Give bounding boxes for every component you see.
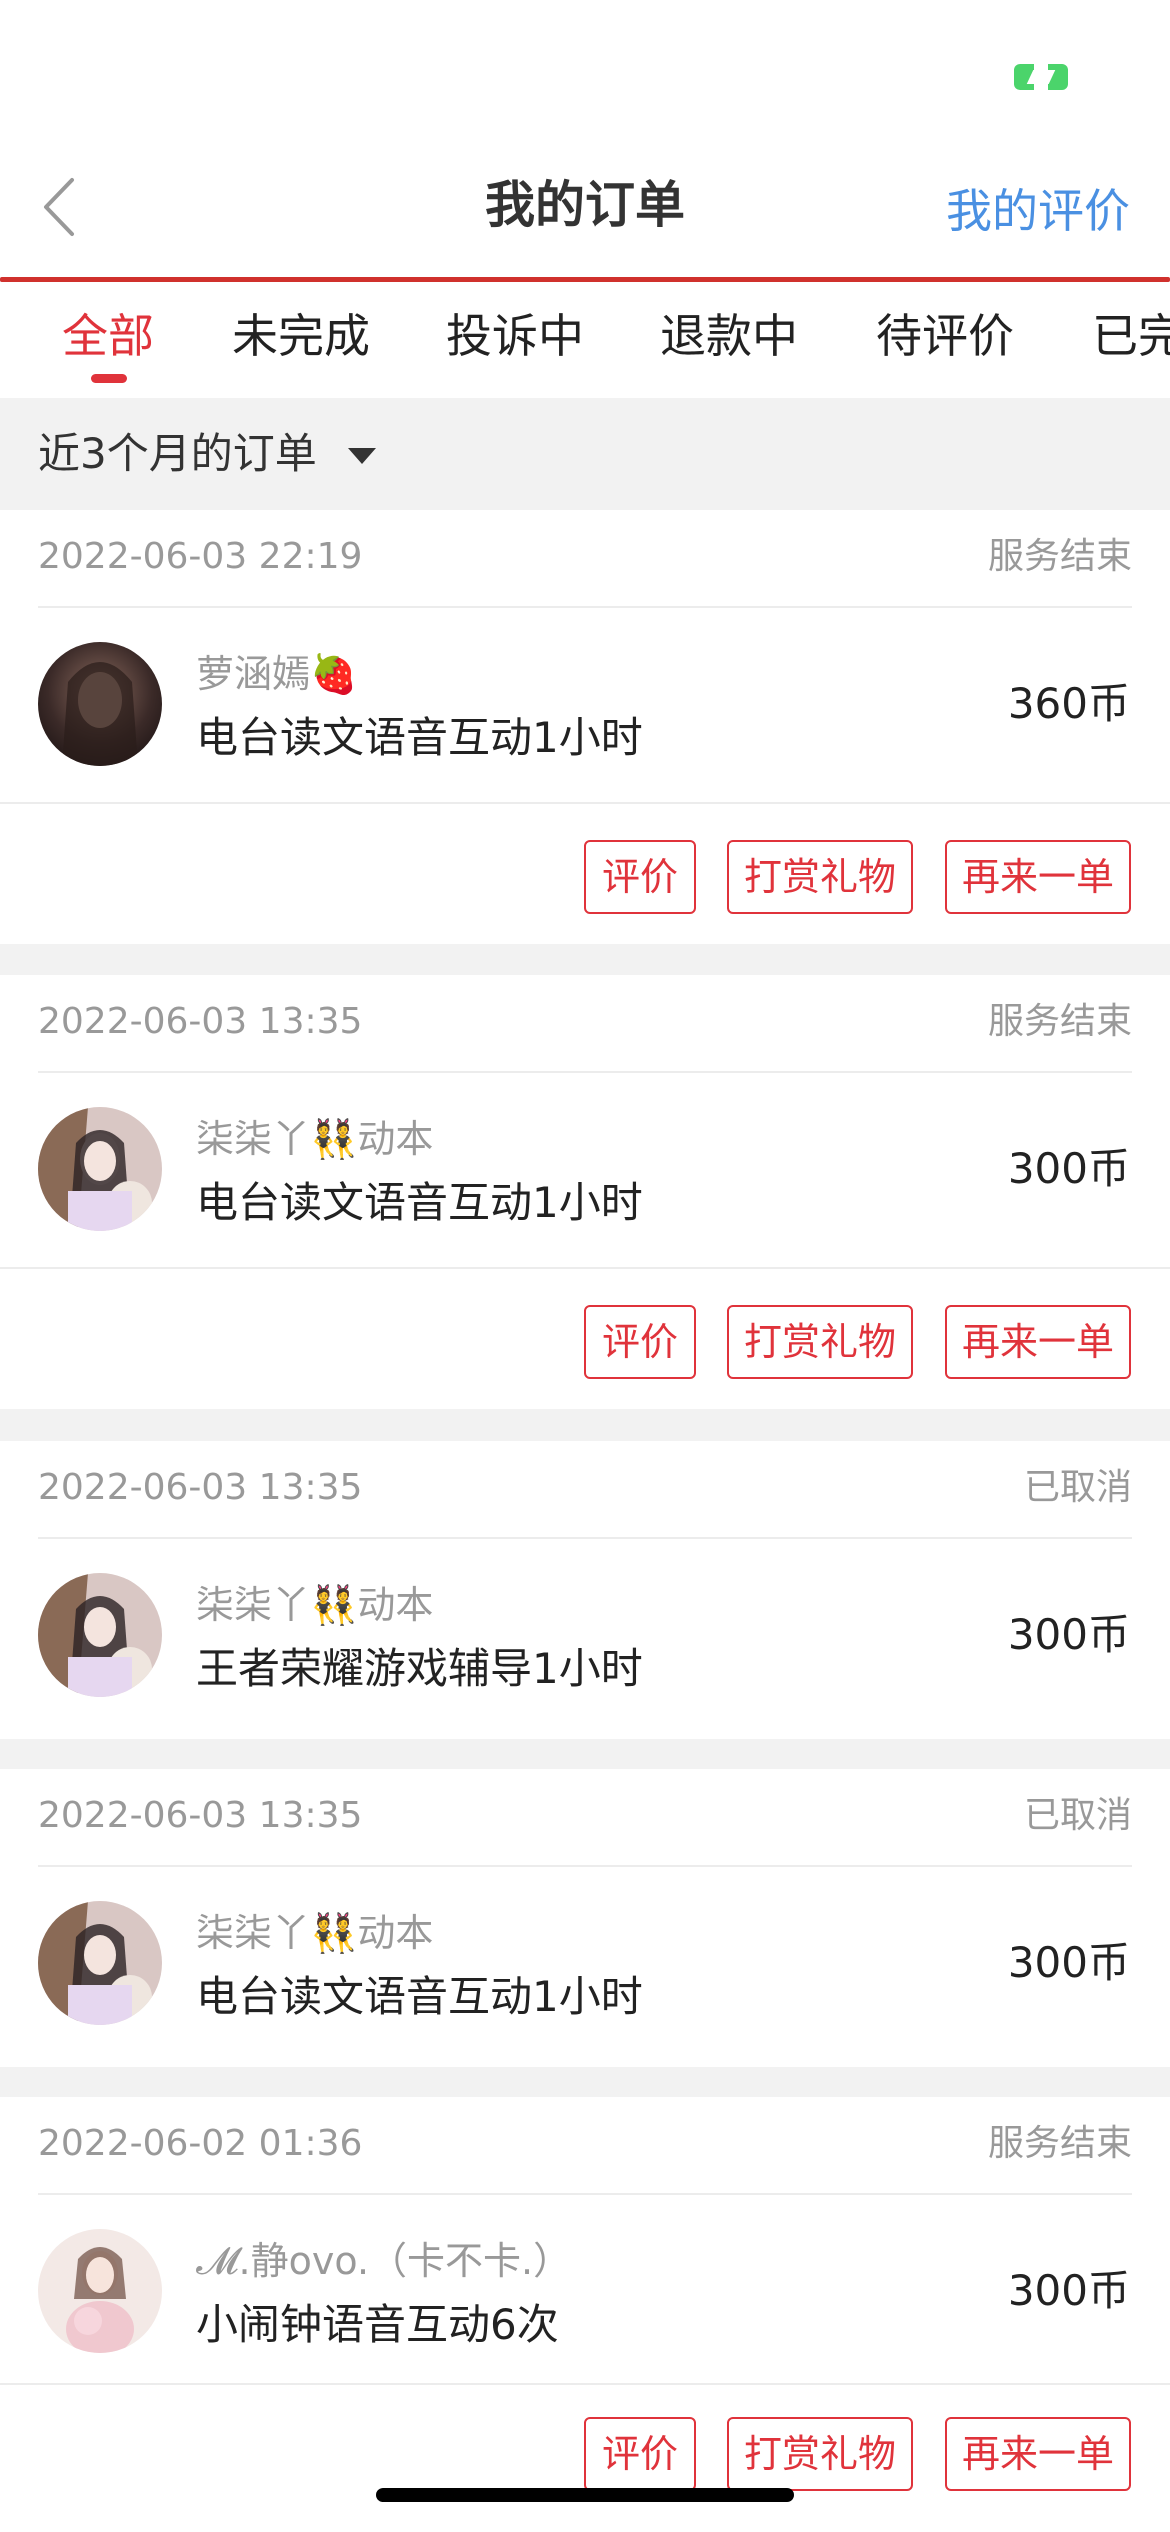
service-name: 电台读文语音互动1小时 [196,1178,643,1227]
order-time: 2022-06-03 22:19 [38,536,363,577]
order-status: 已取消 [1023,1467,1132,1508]
tab-bar: 全部 未完成 投诉中 退款中 待评价 已完成 [0,282,1170,398]
caret-down-icon [348,448,376,464]
active-tab-indicator [91,374,127,383]
avatar[interactable] [38,2229,162,2353]
seller-nickname: 𝓜.静ovo.（卡不卡.） [196,2239,572,2283]
service-name: 小闹钟语音互动6次 [196,2300,559,2349]
avatar[interactable] [38,1573,162,1697]
order-status: 服务结束 [987,2123,1132,2164]
order-price: 300币 [1007,2266,1130,2315]
tab-refund[interactable]: 退款中 [660,306,798,366]
service-name: 王者荣耀游戏辅导1小时 [196,1644,643,1693]
order-price: 300币 [1007,1938,1130,1987]
divider [38,606,1132,608]
divider [0,1267,1170,1269]
order-status: 服务结束 [987,1001,1132,1042]
order-status: 服务结束 [987,536,1132,577]
review-button[interactable]: 评价 [584,2417,696,2491]
seller-nickname: 柒柒丫👯动本 [196,1583,434,1627]
avatar[interactable] [38,1107,162,1231]
order-card[interactable]: 2022-06-03 13:35 已取消 柒柒丫👯动本 电台读文语音互动1小时 … [0,1769,1170,2067]
order-card[interactable]: 2022-06-03 13:35 已取消 柒柒丫👯动本 王者荣耀游戏辅导1小时 … [0,1441,1170,1739]
home-indicator[interactable] [376,2488,794,2502]
service-name: 电台读文语音互动1小时 [196,713,643,762]
review-button[interactable]: 评价 [584,1305,696,1379]
order-card[interactable]: 2022-06-02 01:36 服务结束 𝓜.静ovo.（卡不卡.） 小闹钟语… [0,2097,1170,2532]
order-card[interactable]: 2022-06-03 22:19 服务结束 萝涵嫣🍓 电台读文语音互动1小时 3… [0,510,1170,944]
seller-nickname: 柒柒丫👯动本 [196,1117,434,1161]
date-filter-label: 近3个月的订单 [38,429,317,478]
my-review-link[interactable]: 我的评价 [946,176,1130,246]
divider [0,802,1170,804]
reorder-button[interactable]: 再来一单 [945,840,1131,914]
order-time: 2022-06-02 01:36 [38,2123,363,2164]
status-bar [0,0,1170,150]
tab-all[interactable]: 全部 [62,306,154,366]
order-time: 2022-06-03 13:35 [38,1001,363,1042]
divider [38,1537,1132,1539]
order-card[interactable]: 2022-06-03 13:35 服务结束 柒柒丫👯动本 电台读文语音互动1小时… [0,975,1170,1409]
seller-nickname: 萝涵嫣🍓 [196,652,358,696]
reorder-button[interactable]: 再来一单 [945,2417,1131,2491]
divider [38,1865,1132,1867]
tab-completed[interactable]: 已完成 [1092,306,1170,366]
divider [38,1071,1132,1073]
order-time: 2022-06-03 13:35 [38,1467,363,1508]
review-button[interactable]: 评价 [584,840,696,914]
tab-to-review[interactable]: 待评价 [876,306,1014,366]
divider [0,2383,1170,2385]
order-price: 300币 [1007,1144,1130,1193]
tip-gift-button[interactable]: 打赏礼物 [727,840,913,914]
tab-incomplete[interactable]: 未完成 [232,306,370,366]
order-price: 360币 [1007,679,1130,728]
tip-gift-button[interactable]: 打赏礼物 [727,2417,913,2491]
order-price: 300币 [1007,1610,1130,1659]
divider [38,2193,1132,2195]
date-filter[interactable]: 近3个月的订单 [0,398,1170,510]
avatar[interactable] [38,1901,162,2025]
avatar[interactable] [38,642,162,766]
battery-icon [1014,64,1070,90]
order-time: 2022-06-03 13:35 [38,1795,363,1836]
reorder-button[interactable]: 再来一单 [945,1305,1131,1379]
order-status: 已取消 [1023,1795,1132,1836]
tip-gift-button[interactable]: 打赏礼物 [727,1305,913,1379]
service-name: 电台读文语音互动1小时 [196,1972,643,2021]
seller-nickname: 柒柒丫👯动本 [196,1911,434,1955]
tab-complaint[interactable]: 投诉中 [446,306,584,366]
